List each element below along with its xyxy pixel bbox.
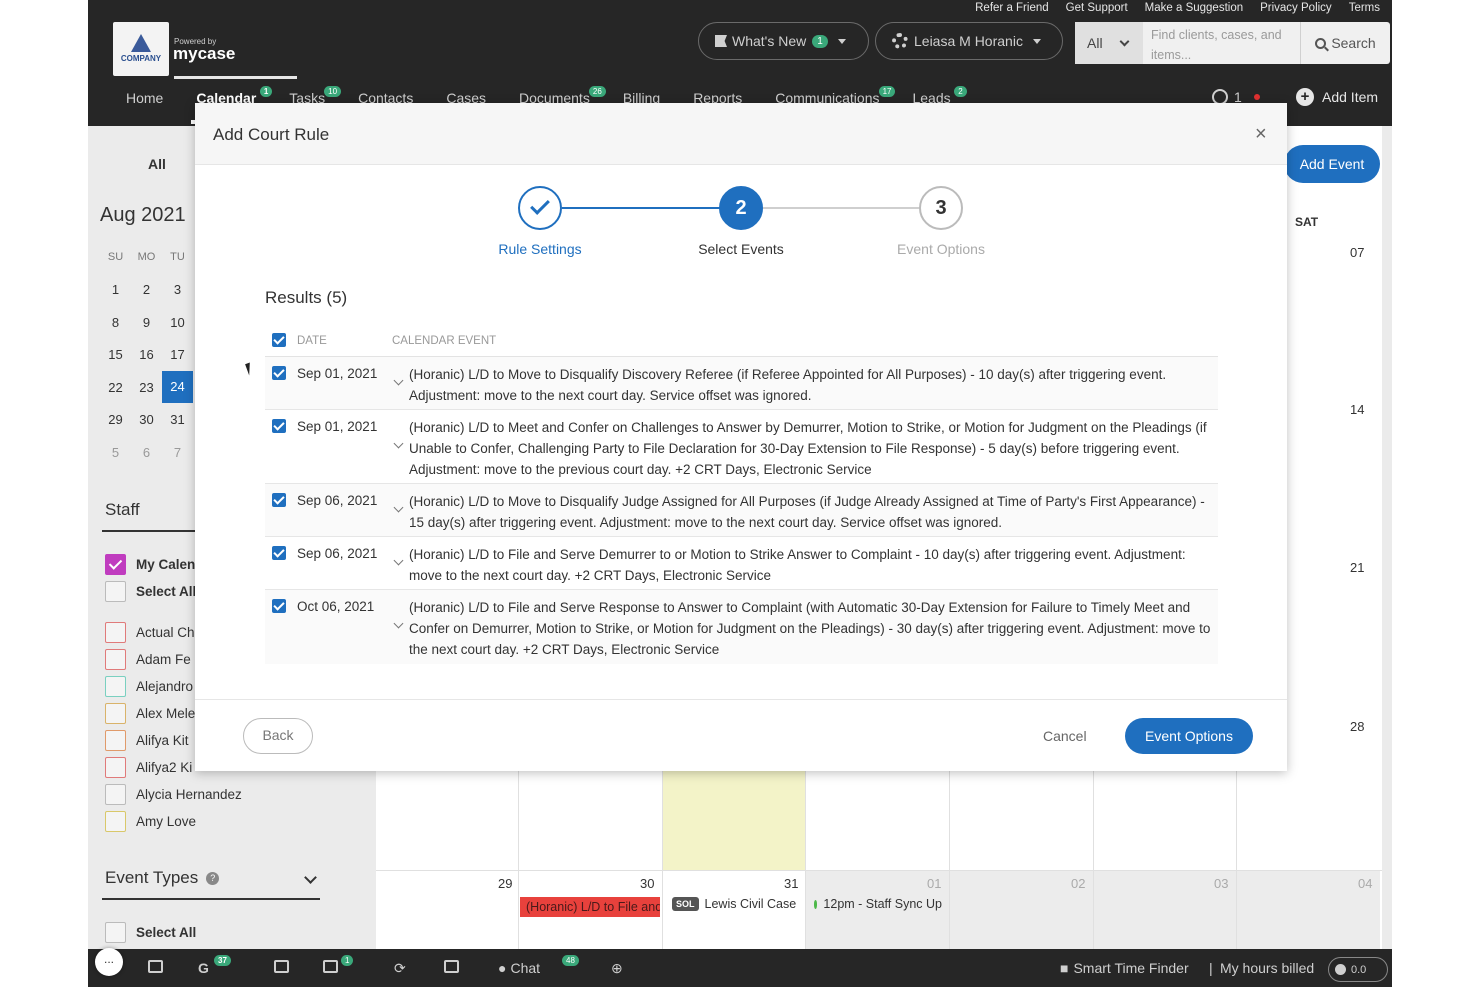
chevron-down-icon[interactable] (393, 618, 404, 629)
step-3-label: Event Options (897, 241, 985, 257)
modal-title: Add Court Rule (213, 125, 330, 144)
row-date: Sep 01, 2021 (297, 366, 378, 381)
row-date: Sep 06, 2021 (297, 493, 378, 508)
event-options-button[interactable]: Event Options (1125, 718, 1253, 754)
checkmark-icon (530, 195, 550, 215)
row-event: (Horanic) L/D to Move to Disqualify Judg… (409, 494, 1205, 530)
select-all-checkbox[interactable] (272, 333, 286, 347)
row-event: (Horanic) L/D to File and Serve Response… (409, 600, 1211, 657)
step-1-label[interactable]: Rule Settings (460, 241, 620, 257)
close-icon[interactable]: × (1255, 123, 1267, 146)
back-button[interactable]: Back (243, 718, 313, 754)
table-row[interactable]: Sep 06, 2021 (Horanic) L/D to File and S… (265, 537, 1218, 590)
cancel-button[interactable]: Cancel (1043, 728, 1087, 744)
results-table-body: Sep 01, 2021 (Horanic) L/D to Move to Di… (265, 357, 1218, 664)
row-checkbox[interactable] (272, 599, 286, 613)
step-1-complete-icon[interactable] (518, 186, 562, 230)
row-checkbox[interactable] (272, 546, 286, 560)
chevron-down-icon[interactable] (393, 502, 404, 513)
row-event: (Horanic) L/D to Move to Disqualify Disc… (409, 367, 1167, 403)
row-event: (Horanic) L/D to Meet and Confer on Chal… (409, 420, 1207, 477)
chevron-down-icon[interactable] (393, 555, 404, 566)
results-table: DATE CALENDAR EVENT Sep 01, 2021 (Horani… (265, 325, 1218, 664)
row-event: (Horanic) L/D to File and Serve Demurrer… (409, 547, 1186, 583)
results-table-header: DATE CALENDAR EVENT (265, 325, 1218, 357)
row-checkbox[interactable] (272, 493, 286, 507)
row-checkbox[interactable] (272, 366, 286, 380)
row-checkbox[interactable] (272, 419, 286, 433)
chevron-down-icon[interactable] (393, 438, 404, 449)
row-date: Sep 06, 2021 (297, 546, 378, 561)
table-row[interactable]: Sep 06, 2021 (Horanic) L/D to Move to Di… (265, 484, 1218, 537)
row-date: Sep 01, 2021 (297, 419, 378, 434)
modal-footer: Back Cancel Event Options (195, 699, 1287, 771)
column-calendar-event: CALENDAR EVENT (392, 335, 497, 347)
add-court-rule-modal: Add Court Rule × 2 3 Rule Settings Selec… (195, 103, 1287, 771)
table-row[interactable]: Sep 01, 2021 (Horanic) L/D to Meet and C… (265, 410, 1218, 484)
chevron-down-icon[interactable] (393, 375, 404, 386)
modal-header: Add Court Rule × (195, 103, 1287, 165)
stepper-line (763, 207, 921, 209)
step-2-label: Select Events (698, 241, 784, 257)
table-row[interactable]: Sep 01, 2021 (Horanic) L/D to Move to Di… (265, 357, 1218, 410)
table-row[interactable]: Oct 06, 2021 (Horanic) L/D to File and S… (265, 590, 1218, 664)
row-date: Oct 06, 2021 (297, 599, 375, 614)
stepper-line (562, 207, 720, 209)
step-2-circle: 2 (719, 186, 763, 230)
results-title: Results (5) (265, 288, 348, 307)
step-3-circle: 3 (919, 186, 963, 230)
column-date: DATE (297, 335, 327, 347)
modal-overlay: Add Court Rule × 2 3 Rule Settings Selec… (0, 0, 1480, 987)
